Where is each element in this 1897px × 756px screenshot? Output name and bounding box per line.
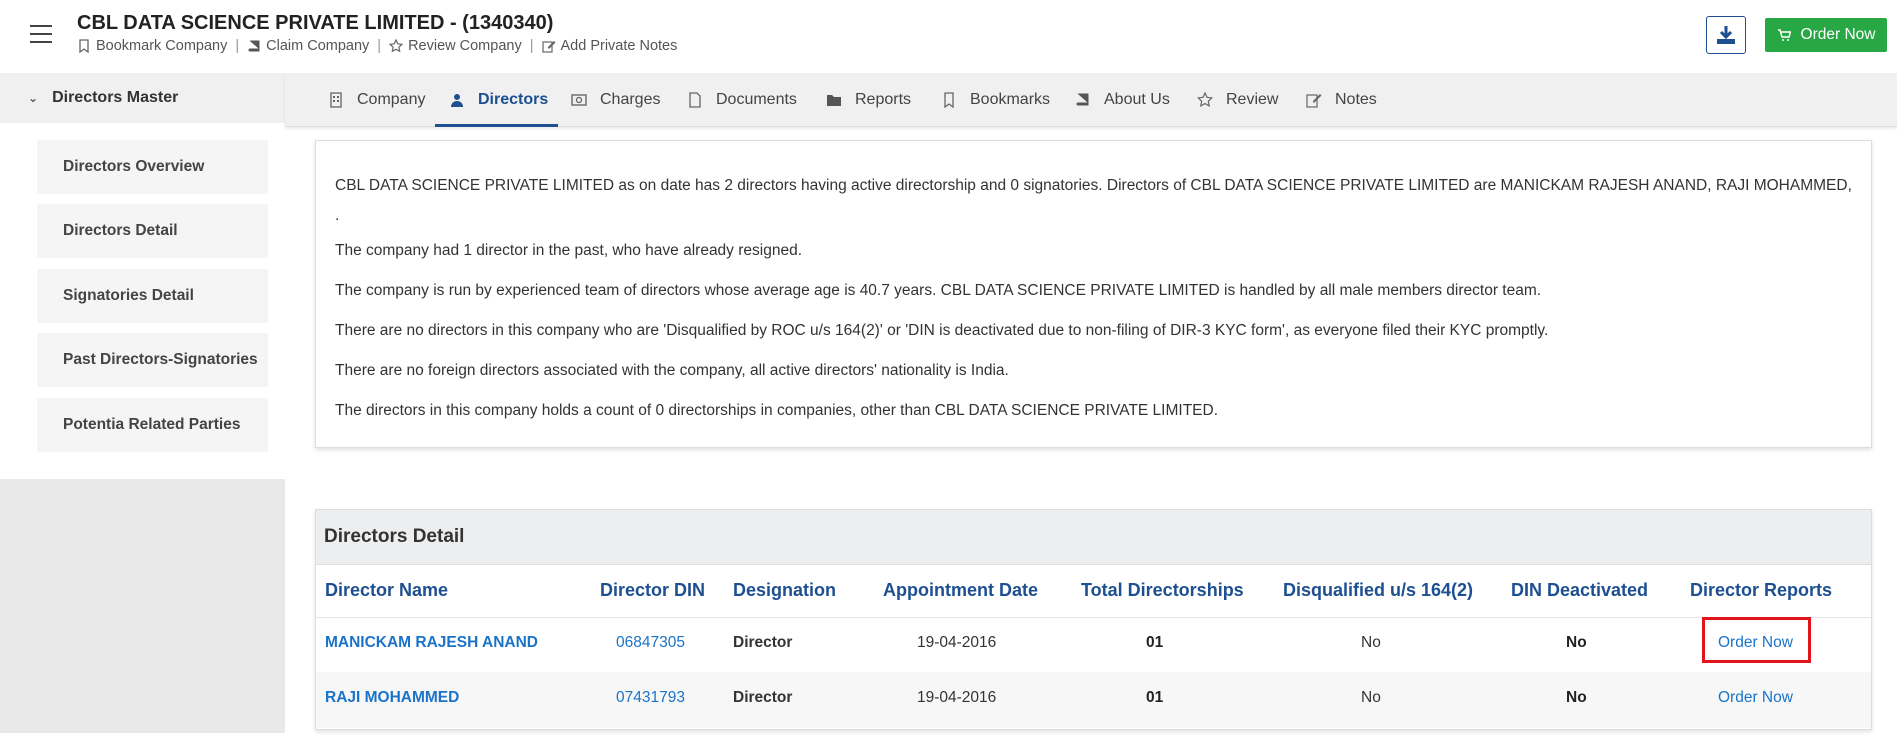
sidebar-item-related-parties[interactable]: Potentia Related Parties	[37, 398, 268, 452]
edit-icon	[1306, 94, 1322, 108]
column-header: DIN Deactivated	[1511, 580, 1649, 600]
tab-reports[interactable]: Reports	[826, 73, 911, 127]
tab-about-us[interactable]: About Us	[1075, 73, 1170, 127]
folder-icon	[827, 95, 841, 106]
table-row	[316, 617, 1871, 672]
column-header: Director Reports	[1690, 580, 1833, 600]
summary-paragraph: There are no foreign directors associate…	[335, 362, 1009, 379]
column-header: Director Name	[325, 580, 449, 600]
director-din-link[interactable]: 07431793	[616, 689, 685, 707]
book-icon	[248, 40, 260, 52]
active-tab-indicator	[435, 124, 558, 127]
download-button[interactable]	[1706, 16, 1746, 54]
summary-paragraph: The company is run by experienced team o…	[335, 282, 1542, 299]
tab-notes[interactable]: Notes	[1306, 73, 1377, 127]
page-title: CBL DATA SCIENCE PRIVATE LIMITED - (1340…	[77, 12, 554, 34]
document-icon	[689, 92, 701, 108]
sidebar-item-signatories-detail[interactable]: Signatories Detail	[37, 269, 268, 323]
highlight-box	[1702, 617, 1811, 663]
tab-company[interactable]: Company	[328, 73, 425, 127]
summary-paragraph: The directors in this company holds a co…	[335, 402, 1219, 419]
column-header: Director DIN	[600, 580, 706, 600]
director-name-link[interactable]: MANICKAM RAJESH ANAND	[325, 634, 538, 652]
header: CBL DATA SCIENCE PRIVATE LIMITED - (1340…	[0, 0, 1897, 73]
add-private-notes-link[interactable]: Add Private Notes	[541, 38, 677, 54]
disqualified-status: No	[1361, 634, 1381, 651]
directors-detail-title: Directors Detail	[316, 510, 1871, 565]
bookmark-company-link[interactable]: Bookmark Company	[77, 38, 227, 54]
total-directorships: 01	[1146, 634, 1164, 651]
user-icon	[451, 94, 463, 107]
sidebar-section-directors-master[interactable]: ⌄ Directors Master	[0, 73, 285, 123]
summary-paragraph: There are no directors in this company w…	[335, 322, 1549, 339]
hamburger-icon[interactable]	[30, 25, 52, 43]
din-deactivated-status: No	[1566, 689, 1587, 706]
chevron-down-icon: ⌄	[28, 91, 39, 105]
building-icon	[330, 92, 342, 108]
claim-company-link[interactable]: Claim Company	[247, 38, 369, 54]
sidebar-item-directors-detail[interactable]: Directors Detail	[37, 204, 268, 258]
download-icon	[1717, 26, 1735, 44]
bookmark-icon	[79, 39, 89, 53]
order-now-button[interactable]: Order Now	[1765, 18, 1887, 52]
total-directorships: 01	[1146, 689, 1164, 706]
tab-bookmarks[interactable]: Bookmarks	[941, 73, 1050, 127]
tab-charges[interactable]: Charges	[571, 73, 660, 127]
star-icon	[1197, 92, 1213, 108]
summary-paragraph: The company had 1 director in the past, …	[335, 242, 802, 259]
column-header: Total Directorships	[1081, 580, 1244, 600]
sidebar-item-directors-overview[interactable]: Directors Overview	[37, 140, 268, 194]
review-company-link[interactable]: Review Company	[389, 38, 522, 54]
appointment-date: 19-04-2016	[917, 689, 997, 706]
tab-documents[interactable]: Documents	[687, 73, 797, 127]
tab-directors[interactable]: Directors	[449, 73, 548, 127]
order-now-link[interactable]: Order Now	[1718, 689, 1793, 707]
column-header: Designation	[733, 580, 837, 600]
money-icon	[571, 94, 587, 106]
star-icon	[389, 39, 404, 53]
bookmark-icon	[944, 92, 954, 108]
directors-summary: CBL DATA SCIENCE PRIVATE LIMITED as on d…	[315, 140, 1872, 448]
book-icon	[1076, 93, 1089, 106]
table-row	[316, 672, 1871, 728]
director-din-link[interactable]: 06847305	[616, 634, 685, 652]
appointment-date: 19-04-2016	[917, 634, 997, 651]
column-header: Disqualified u/s 164(2)	[1283, 580, 1474, 600]
designation: Director	[733, 689, 793, 706]
summary-paragraph: CBL DATA SCIENCE PRIVATE LIMITED as on d…	[335, 177, 1852, 224]
disqualified-status: No	[1361, 689, 1381, 706]
sidebar-item-past-directors[interactable]: Past Directors-Signatories	[37, 333, 268, 387]
tab-review[interactable]: Review	[1197, 73, 1278, 127]
cart-icon	[1777, 29, 1791, 41]
sidebar-bottom	[0, 733, 285, 756]
edit-icon	[541, 41, 555, 53]
din-deactivated-status: No	[1566, 634, 1587, 651]
designation: Director	[733, 634, 793, 651]
column-header: Appointment Date	[883, 580, 1038, 600]
director-name-link[interactable]: RAJI MOHAMMED	[325, 689, 459, 707]
company-actions: Bookmark Company | Claim Company | Revie…	[77, 38, 677, 54]
